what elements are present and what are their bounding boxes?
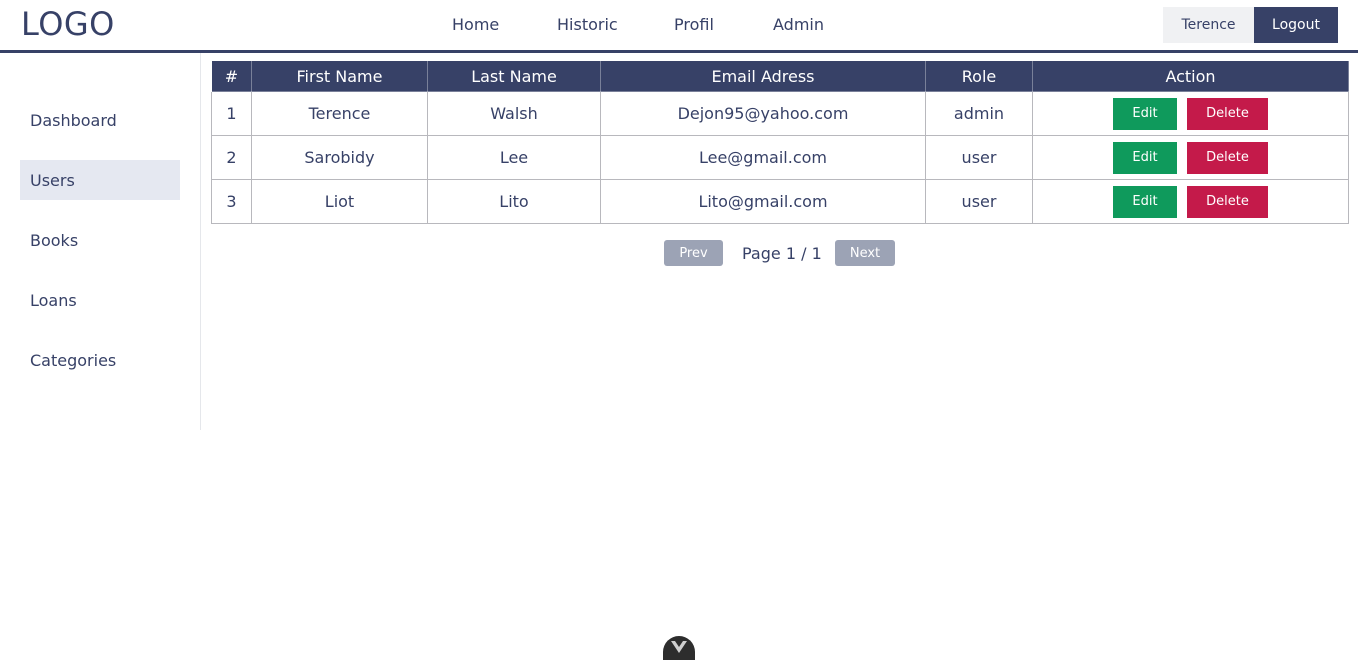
cell-last-name: Lee — [427, 135, 601, 180]
sidebar-item-label: Loans — [30, 290, 77, 310]
column-header-role: Role — [925, 60, 1033, 92]
nav-historic[interactable]: Historic — [557, 15, 618, 34]
sidebar: Dashboard Users Books Loans Categories — [0, 53, 201, 430]
sidebar-item-users[interactable]: Users — [20, 160, 180, 200]
logout-button[interactable]: Logout — [1254, 7, 1338, 43]
page-indicator: Page 1 / 1 — [742, 244, 822, 263]
cell-role: user — [925, 179, 1033, 224]
sidebar-item-label: Dashboard — [30, 110, 117, 130]
cell-last-name: Walsh — [427, 91, 601, 136]
cell-first-name: Liot — [251, 179, 428, 224]
table-row: 1 Terence Walsh Dejon95@yahoo.com admin … — [211, 91, 1349, 136]
cell-last-name: Lito — [427, 179, 601, 224]
nav-profil[interactable]: Profil — [674, 15, 714, 34]
sidebar-item-label: Books — [30, 230, 79, 250]
cell-action: Edit Delete — [1032, 91, 1349, 136]
sidebar-item-label: Users — [30, 170, 75, 190]
current-user-name: Terence — [1163, 7, 1254, 43]
cell-email: Dejon95@yahoo.com — [600, 91, 926, 136]
cell-first-name: Terence — [251, 91, 428, 136]
next-page-button[interactable]: Next — [835, 240, 895, 266]
delete-button[interactable]: Delete — [1187, 141, 1268, 174]
users-table: # First Name Last Name Email Adress Role… — [211, 60, 1349, 224]
cell-number: 2 — [211, 135, 252, 180]
sidebar-item-dashboard[interactable]: Dashboard — [20, 100, 180, 140]
cell-action: Edit Delete — [1032, 179, 1349, 224]
delete-button[interactable]: Delete — [1187, 97, 1268, 130]
vue-logo-icon — [670, 639, 688, 658]
cell-action: Edit Delete — [1032, 135, 1349, 180]
edit-button[interactable]: Edit — [1113, 185, 1177, 218]
nav-home[interactable]: Home — [452, 15, 499, 34]
column-header-number: # — [211, 60, 252, 92]
cell-number: 3 — [211, 179, 252, 224]
column-header-email: Email Adress — [600, 60, 926, 92]
cell-email: Lee@gmail.com — [600, 135, 926, 180]
delete-button[interactable]: Delete — [1187, 185, 1268, 218]
table-header-row: # First Name Last Name Email Adress Role… — [211, 60, 1349, 92]
column-header-last-name: Last Name — [427, 60, 601, 92]
top-header: LOGO Home Historic Profil Admin Terence … — [0, 0, 1358, 53]
table-row: 2 Sarobidy Lee Lee@gmail.com user Edit De… — [211, 135, 1349, 180]
cell-first-name: Sarobidy — [251, 135, 428, 180]
column-header-action: Action — [1032, 60, 1349, 92]
cell-number: 1 — [211, 91, 252, 136]
prev-page-button[interactable]: Prev — [664, 240, 723, 266]
edit-button[interactable]: Edit — [1113, 141, 1177, 174]
sidebar-item-categories[interactable]: Categories — [20, 340, 180, 380]
devtools-toggle[interactable] — [663, 636, 695, 660]
cell-role: admin — [925, 91, 1033, 136]
column-header-first-name: First Name — [251, 60, 428, 92]
cell-email: Lito@gmail.com — [600, 179, 926, 224]
logo[interactable]: LOGO — [21, 5, 115, 43]
table-row: 3 Liot Lito Lito@gmail.com user Edit Dele… — [211, 179, 1349, 224]
sidebar-item-books[interactable]: Books — [20, 220, 180, 260]
edit-button[interactable]: Edit — [1113, 97, 1177, 130]
nav-admin[interactable]: Admin — [773, 15, 824, 34]
cell-role: user — [925, 135, 1033, 180]
sidebar-item-loans[interactable]: Loans — [20, 280, 180, 320]
sidebar-item-label: Categories — [30, 350, 117, 370]
